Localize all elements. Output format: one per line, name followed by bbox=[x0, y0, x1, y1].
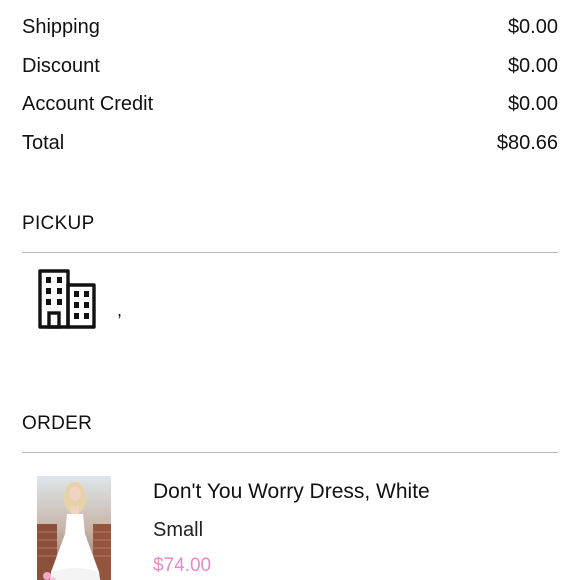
summary-row-shipping: Shipping $0.00 bbox=[22, 12, 558, 42]
building-icon bbox=[37, 267, 97, 331]
order-details-page: Shipping $0.00 Discount $0.00 Account Cr… bbox=[0, 0, 580, 580]
product-price: $74.00 bbox=[153, 555, 212, 576]
summary-label: Discount bbox=[22, 54, 100, 77]
product-name[interactable]: Don't You Worry Dress, White bbox=[153, 480, 430, 504]
product-variant: Small bbox=[153, 519, 204, 541]
product-image[interactable] bbox=[37, 476, 111, 580]
order-divider bbox=[22, 452, 558, 453]
summary-value: $0.00 bbox=[507, 54, 558, 77]
pickup-divider bbox=[22, 252, 558, 253]
summary-row-account-credit: Account Credit $0.00 bbox=[22, 89, 558, 119]
summary-value: $80.66 bbox=[496, 131, 558, 154]
order-section-title: ORDER bbox=[22, 413, 93, 434]
summary-row-total: Total $80.66 bbox=[22, 128, 558, 158]
summary-label: Account Credit bbox=[22, 92, 154, 115]
pickup-address: , bbox=[117, 300, 123, 320]
pickup-section-title: PICKUP bbox=[22, 213, 95, 234]
summary-label: Shipping bbox=[22, 15, 100, 38]
summary-label: Total bbox=[22, 131, 65, 154]
summary-value: $0.00 bbox=[507, 92, 558, 115]
summary-value: $0.00 bbox=[507, 15, 558, 38]
summary-row-discount: Discount $0.00 bbox=[22, 51, 558, 81]
